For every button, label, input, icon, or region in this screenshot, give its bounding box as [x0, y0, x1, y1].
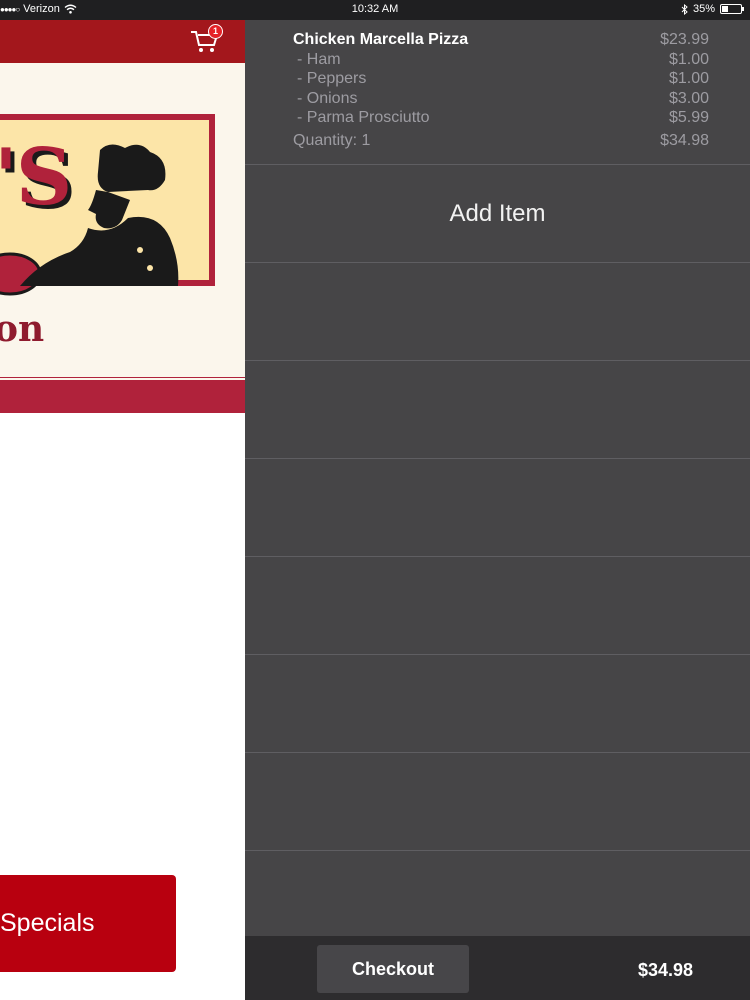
- topping-label: - Parma Prosciutto: [297, 109, 430, 126]
- topping-row: - Ham $1.00: [293, 51, 709, 69]
- topping-price: $3.00: [668, 90, 709, 107]
- chef-logo-icon: [0, 144, 179, 296]
- specials-button[interactable]: Specials: [0, 875, 176, 972]
- quantity-label: Quantity: 1: [293, 132, 371, 149]
- logo-subtext: on: [0, 308, 45, 350]
- topping-label: - Peppers: [297, 70, 367, 87]
- specials-label: Specials: [0, 909, 95, 937]
- empty-row: [245, 557, 750, 655]
- add-item-button[interactable]: Add Item: [245, 165, 750, 263]
- battery-level: [722, 6, 729, 12]
- add-item-label: Add Item: [449, 199, 546, 227]
- status-right: 35%: [681, 3, 744, 15]
- battery-icon: [720, 4, 744, 14]
- restaurant-app-pane: 1 'S on Specials: [0, 0, 245, 1000]
- empty-row: [245, 655, 750, 753]
- topping-price: $1.00: [668, 70, 709, 87]
- topping-price: $5.99: [668, 109, 709, 126]
- empty-row: [245, 753, 750, 851]
- app: 1 'S on Specials ●●●●○ Verizon 10:32 AM …: [0, 0, 750, 1000]
- topping-row: - Peppers $1.00: [293, 70, 709, 88]
- order-total: $34.98: [637, 960, 693, 980]
- topping-price: $1.00: [668, 51, 709, 68]
- logo-stripe-line: [0, 378, 245, 380]
- battery-percent: 35%: [692, 3, 715, 15]
- bluetooth-icon: [681, 3, 688, 15]
- checkout-bar: Checkout $34.98: [245, 936, 750, 1000]
- line-total: $34.98: [660, 132, 709, 149]
- empty-row: [245, 459, 750, 557]
- cart-panel: Chicken Marcella Pizza $23.99 - Ham $1.0…: [245, 20, 750, 936]
- order-item[interactable]: Chicken Marcella Pizza $23.99 - Ham $1.0…: [245, 20, 750, 165]
- topping-label: - Ham: [297, 51, 341, 68]
- status-bar: ●●●●○ Verizon 10:32 AM 35%: [0, 0, 750, 20]
- item-price: $23.99: [660, 31, 709, 48]
- status-time: 10:32 AM: [351, 3, 399, 15]
- checkout-button[interactable]: Checkout: [317, 945, 469, 993]
- topping-row: - Parma Prosciutto $5.99: [293, 109, 709, 127]
- topping-row: - Onions $3.00: [293, 90, 709, 108]
- item-price-row: $23.99: [293, 31, 709, 49]
- topping-label: - Onions: [297, 90, 358, 107]
- quantity-row: Quantity: 1 $34.98: [293, 132, 709, 150]
- empty-row: [245, 361, 750, 459]
- empty-row: [245, 263, 750, 361]
